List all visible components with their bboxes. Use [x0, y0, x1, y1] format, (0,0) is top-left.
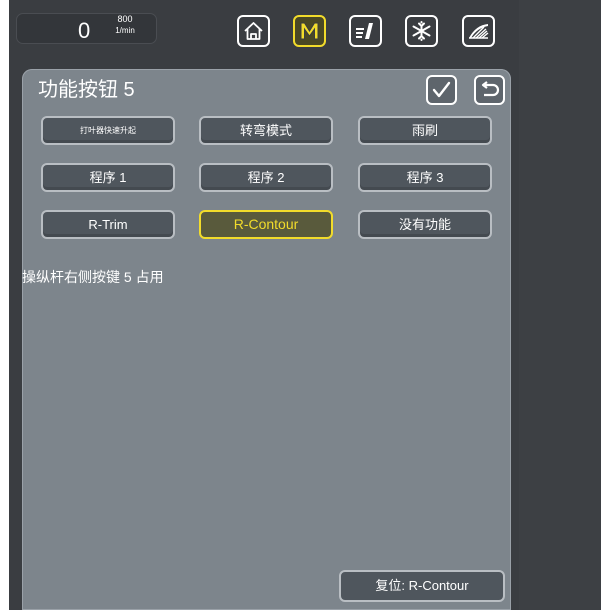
- rpm-max: 800: [117, 14, 133, 24]
- page-title: 功能按钮 5: [38, 79, 135, 101]
- function-panel: [22, 69, 511, 610]
- function-button-r-contour[interactable]: R-Contour: [199, 210, 333, 239]
- settings-button[interactable]: [349, 15, 382, 47]
- wiper-icon: [469, 24, 489, 39]
- confirm-button[interactable]: [426, 75, 457, 105]
- function-button-wiper[interactable]: 雨刷: [358, 116, 492, 145]
- back-button[interactable]: [474, 75, 505, 105]
- manual-mode-button[interactable]: [293, 15, 326, 47]
- wiper-button[interactable]: [462, 15, 495, 47]
- checkmark-icon: [432, 81, 451, 98]
- right-edge-bar: [519, 0, 601, 610]
- reset-button[interactable]: 复位: R-Contour: [339, 570, 505, 602]
- rpm-unit: 1/min: [115, 26, 135, 35]
- function-button-flail-quick-raise[interactable]: 打叶器快速升起: [41, 116, 175, 145]
- function-button-program-2[interactable]: 程序 2: [199, 163, 333, 192]
- home-icon: [244, 22, 263, 40]
- function-button-no-function[interactable]: 没有功能: [358, 210, 492, 239]
- climate-button[interactable]: [405, 15, 438, 47]
- home-button[interactable]: [237, 15, 270, 47]
- status-text: 操纵杆右侧按键 5 占用: [22, 269, 164, 285]
- function-button-r-trim[interactable]: R-Trim: [41, 210, 175, 239]
- function-button-turn-mode[interactable]: 转弯模式: [199, 116, 333, 145]
- rpm-value: 0: [78, 18, 91, 43]
- return-icon: [481, 81, 500, 97]
- seat-adjust-icon: [356, 23, 373, 39]
- m-mode-icon: [300, 22, 319, 40]
- function-button-program-3[interactable]: 程序 3: [358, 163, 492, 192]
- function-button-program-1[interactable]: 程序 1: [41, 163, 175, 192]
- snowflake-icon: [412, 21, 431, 41]
